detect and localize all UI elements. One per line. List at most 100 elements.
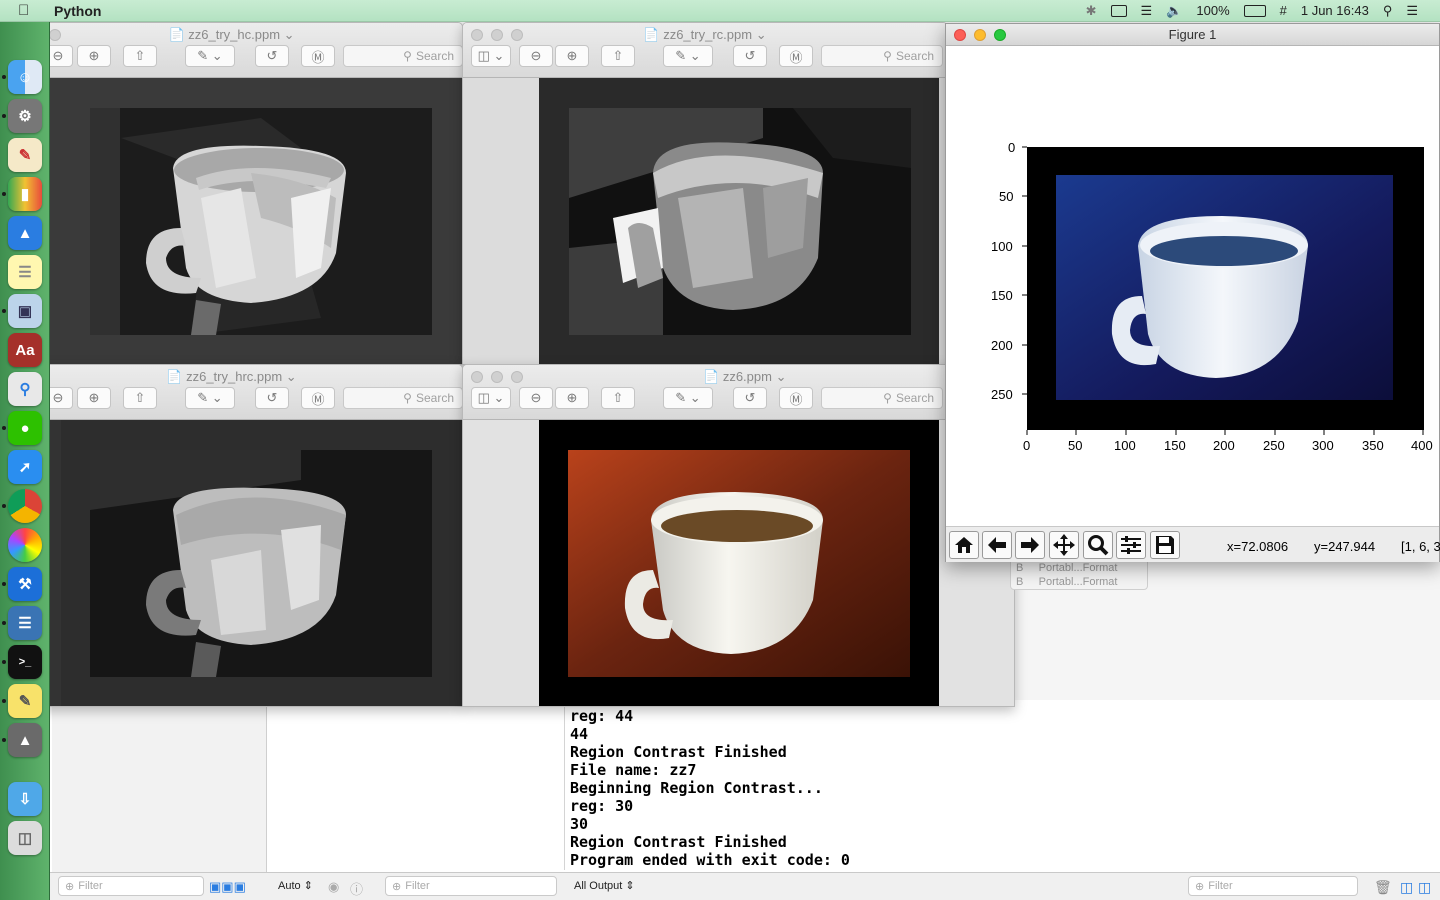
x-tick-label: 200 [1213, 438, 1235, 453]
rotate-button[interactable]: ↺ [255, 45, 289, 67]
markup-pen-button[interactable]: ✎ ⌄ [185, 45, 235, 67]
notification-center-icon[interactable]: ☰ [1406, 3, 1418, 19]
markup-pen-button[interactable]: ✎ ⌄ [185, 387, 235, 409]
notes-icon[interactable]: ☰ [8, 255, 42, 289]
share-button[interactable]: ⇧ [123, 387, 157, 409]
chrome-icon[interactable] [8, 489, 42, 523]
share-button[interactable]: ⇧ [601, 387, 635, 409]
zoom-window-icon[interactable] [511, 371, 523, 383]
search-field[interactable]: ⚲ Search [821, 387, 943, 409]
battery-percent[interactable]: 100% [1196, 3, 1229, 18]
output-select[interactable]: All Output ⇕ [574, 879, 635, 892]
figure-title: Figure 1 [1168, 27, 1217, 42]
rotate-button[interactable]: ↺ [255, 387, 289, 409]
preview-window-hc[interactable]: 📄 zz6_try_hc.ppm ⌄ ⊖ ⊕ ⇧ ✎ ⌄ ↺ Ⓜ ⚲ Search [0, 22, 463, 365]
share-button[interactable]: ⇧ [601, 45, 635, 67]
preview-window-rc[interactable]: 📄 zz6_try_rc.ppm ⌄ ◫ ⌄ ⊖ ⊕ ⇧ ✎ ⌄ ↺ Ⓜ ⚲ Se… [462, 22, 948, 365]
popup-row[interactable]: B Portabl...Format [1016, 561, 1147, 575]
forward-arrow-icon[interactable] [1015, 531, 1045, 559]
close-icon[interactable] [471, 371, 483, 383]
stickies-icon[interactable]: ✎ [8, 684, 42, 718]
file-type-popup[interactable]: B Portabl...Format B Portabl...Format [1010, 560, 1148, 590]
info-icon[interactable]: ⓘ [350, 879, 363, 898]
bluetooth-icon[interactable]: ✱ [1086, 3, 1097, 19]
app-name[interactable]: Python [54, 3, 101, 19]
console-output[interactable]: reg: 44 44 Region Contrast Finished File… [564, 704, 1440, 870]
search-placeholder: Search [415, 49, 454, 63]
preview-icon[interactable]: ▣ [8, 294, 42, 328]
xcode-icon[interactable]: ⚒ [8, 567, 42, 601]
console-filter-field[interactable]: ⊕ Filter [1188, 876, 1358, 896]
zoom-in-button[interactable]: ⊕ [555, 387, 589, 409]
numbers-icon[interactable]: ▮ [8, 177, 42, 211]
scope-icons[interactable]: ▣▣▣ [209, 879, 246, 895]
filter-placeholder: Filter [405, 880, 430, 892]
sidebar-button[interactable]: ◫ ⌄ [471, 45, 511, 67]
popup-row-prefix: B [1016, 562, 1024, 574]
safari-icon[interactable]: ➚ [8, 450, 42, 484]
image-plot[interactable] [946, 46, 1440, 526]
image-hc [61, 78, 462, 364]
wechat-icon[interactable]: ● [8, 411, 42, 445]
trash-icon[interactable]: ◫ [8, 821, 42, 855]
battery-icon[interactable] [1243, 4, 1266, 17]
apple-menu-icon[interactable]:  [18, 2, 42, 19]
eye-icon[interactable]: ◉ [328, 879, 339, 895]
minimize-icon[interactable] [491, 371, 503, 383]
zoom-icon[interactable] [1083, 531, 1113, 559]
system-preferences-icon[interactable]: ⚙ [8, 99, 42, 133]
zoom-out-button[interactable]: ⊖ [519, 45, 553, 67]
auto-variables-select[interactable]: Auto ⇕ [278, 879, 313, 892]
pan-icon[interactable] [1049, 531, 1079, 559]
markup-pen-button[interactable]: ✎ ⌄ [663, 387, 713, 409]
markup-toolbar-button[interactable]: Ⓜ [301, 45, 335, 67]
popup-row[interactable]: B Portabl...Format [1016, 575, 1147, 589]
spotlight-search-icon[interactable]: ⚲ [1383, 3, 1393, 19]
zoom-in-button[interactable]: ⊕ [77, 387, 111, 409]
markup-toolbar-button[interactable]: Ⓜ [779, 387, 813, 409]
wifi-icon[interactable]: ☰ [1141, 3, 1153, 19]
preview-window-original[interactable]: 📄 zz6.ppm ⌄ ◫ ⌄ ⊖ ⊕ ⇧ ✎ ⌄ ↺ Ⓜ ⚲ Search [462, 364, 1015, 707]
search-field[interactable]: ⚲ Search [821, 45, 943, 67]
textedit-icon[interactable]: ✎ [8, 138, 42, 172]
home-icon[interactable] [949, 531, 979, 559]
preview-window-hrc[interactable]: 📄 zz6_try_hrc.ppm ⌄ ⊖ ⊕ ⇧ ✎ ⌄ ↺ Ⓜ ⚲ Searc… [0, 364, 463, 707]
sidebar-button[interactable]: ◫ ⌄ [471, 387, 511, 409]
navigator-filter-field[interactable]: ⊕ Filter [58, 876, 204, 896]
input-source-icon[interactable]: # [1280, 3, 1287, 18]
share-button[interactable]: ⇧ [123, 45, 157, 67]
rotate-button[interactable]: ↺ [733, 387, 767, 409]
split-right-icon[interactable]: ◫ [1418, 879, 1431, 896]
downloads-folder-icon[interactable]: ⇩ [8, 782, 42, 816]
markup-pen-button[interactable]: ✎ ⌄ [663, 45, 713, 67]
matplotlib-figure-window[interactable]: Figure 1 0 50 100 150 200 250 0 50 100 1… [945, 23, 1440, 562]
configure-icon[interactable] [1116, 531, 1146, 559]
back-arrow-icon[interactable] [982, 531, 1012, 559]
rotate-button[interactable]: ↺ [733, 45, 767, 67]
markup-toolbar-button[interactable]: Ⓜ [301, 387, 335, 409]
python-launcher-icon[interactable]: ☰ [8, 606, 42, 640]
save-icon[interactable] [1150, 531, 1180, 559]
window-title-text: zz6_try_hrc.ppm [186, 369, 283, 384]
dictionary-icon[interactable]: Aa [8, 333, 42, 367]
zoom-in-button[interactable]: ⊕ [77, 45, 111, 67]
markup-toolbar-button[interactable]: Ⓜ [779, 45, 813, 67]
photos-icon[interactable] [8, 528, 42, 562]
finder-icon[interactable]: ☺ [8, 60, 42, 94]
trash-console-icon[interactable]: 🗑 [1374, 879, 1392, 896]
variables-filter-field[interactable]: ⊕ Filter [385, 876, 557, 896]
search-field[interactable]: ⚲ Search [343, 387, 462, 409]
zoom-in-button[interactable]: ⊕ [555, 45, 589, 67]
split-left-icon[interactable]: ◫ [1400, 879, 1413, 896]
x-tick-label: 350 [1362, 438, 1384, 453]
zoom-out-button[interactable]: ⊖ [519, 387, 553, 409]
clock[interactable]: 1 Jun 16:43 [1301, 3, 1369, 18]
volume-icon[interactable]: 🔈 [1166, 3, 1182, 19]
terminal-icon[interactable]: >_ [8, 645, 42, 679]
rocket-icon[interactable]: ▲ [8, 723, 42, 757]
keyboard-icon[interactable] [1110, 4, 1127, 17]
magnifier-tool-icon[interactable]: ⚲ [8, 372, 42, 406]
keynote-icon[interactable]: ▲ [8, 216, 42, 250]
search-field[interactable]: ⚲ Search [343, 45, 462, 67]
window-toolbar: 📄 zz6.ppm ⌄ ◫ ⌄ ⊖ ⊕ ⇧ ✎ ⌄ ↺ Ⓜ ⚲ Search [463, 365, 1014, 420]
